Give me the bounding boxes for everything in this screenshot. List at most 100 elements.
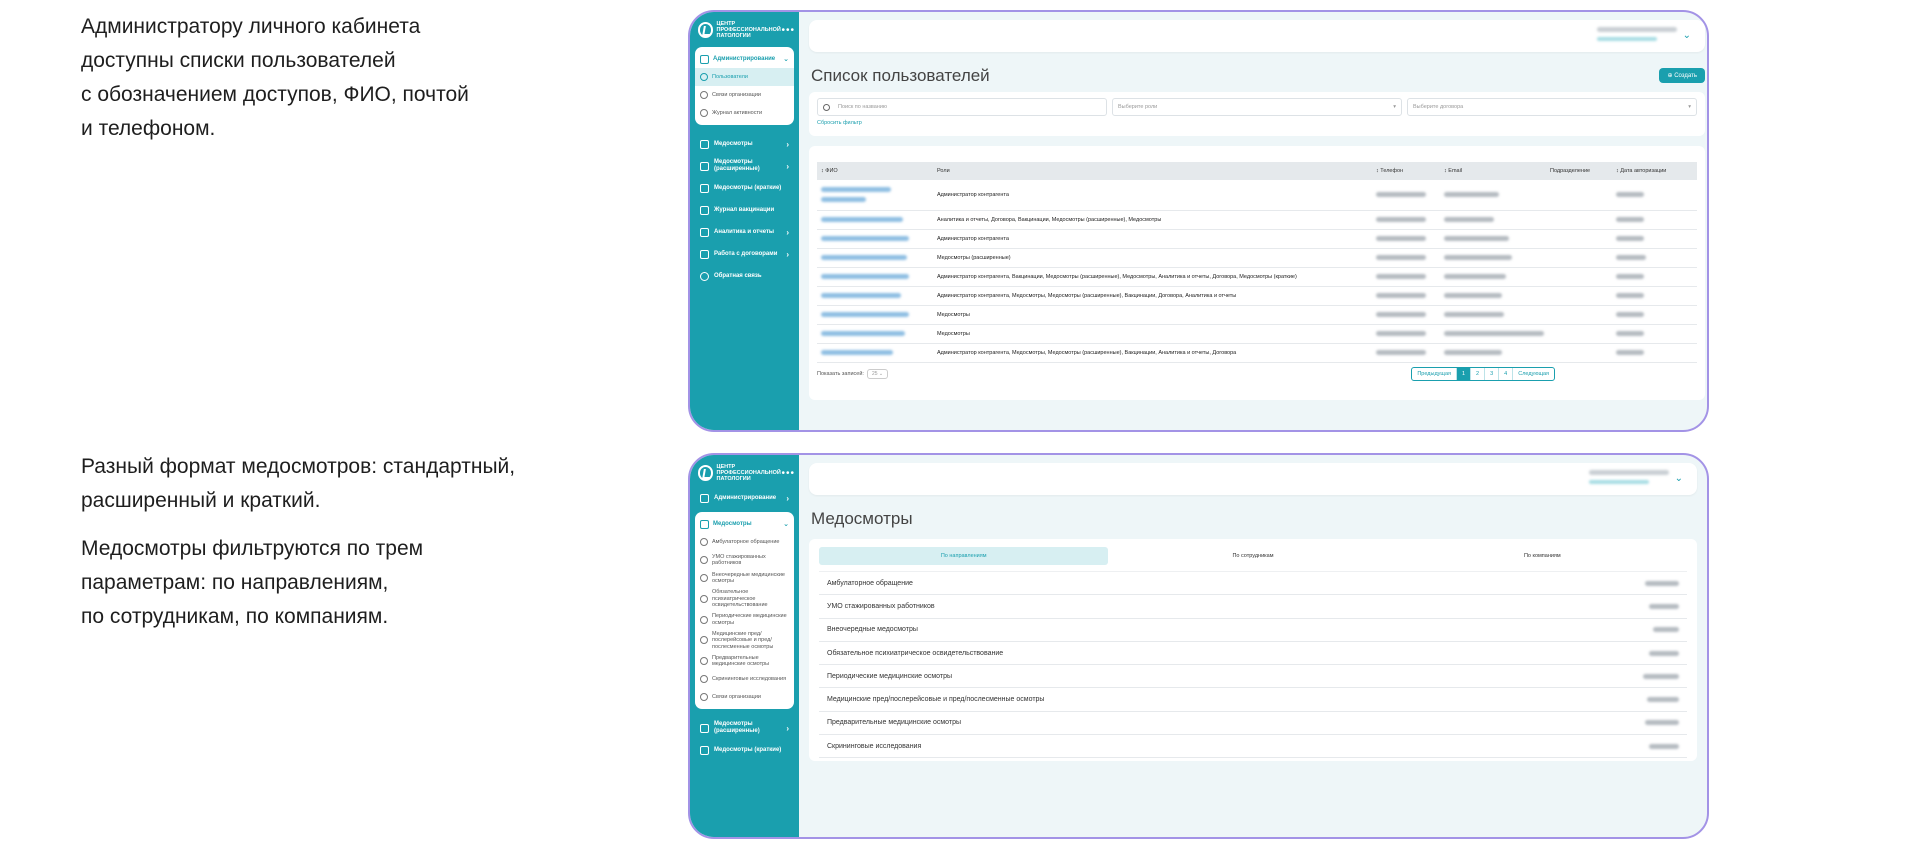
nav-org-links[interactable]: Связи организации [695,86,794,104]
nav-pretrip[interactable]: Медицинские пред/послерейсовые и пред/по… [695,629,794,653]
column-header[interactable]: ↕ Дата авторизации [1612,168,1672,174]
nav-contracts[interactable]: Работа с договорами › [694,243,795,265]
table-row[interactable]: Медосмотры (расширенные) [817,249,1697,268]
list-item[interactable]: Скрининговые исследования [819,735,1687,759]
table-row[interactable]: Медосмотры [817,306,1697,325]
user-info[interactable] [1589,470,1669,484]
ambulance-icon [700,538,708,546]
nav-umo[interactable]: УМО стажированных работников [695,551,794,569]
nav-medexams-short[interactable]: Медосмотры (краткие) [694,177,795,199]
topbar: ⌄ [809,463,1697,495]
nav-periodic-label: Периодические медицинские осмотры [712,613,787,626]
column-header[interactable]: ↕ Телефон [1372,168,1440,174]
nav-umo-label: УМО стажированных работников [712,553,766,567]
list-item[interactable]: Обязательное психиатрическое освидетельс… [819,642,1687,666]
nav-analytics[interactable]: Аналитика и отчеты › [694,221,795,243]
column-header[interactable]: Роли [937,168,1372,174]
table-row[interactable]: Аналитика и отчеты, Договора, Вакцинации… [817,211,1697,230]
exam-label: УМО стажированных работников [827,602,935,610]
list-item[interactable]: УМО стажированных работников [819,595,1687,619]
clipboard-icon [700,519,709,529]
table-row[interactable]: Администратор контрагента, Вакцинации, М… [817,268,1697,287]
nav-admin[interactable]: Администрирование ⌄ [695,50,794,68]
stethoscope-icon [700,636,708,645]
nav-ambulatory[interactable]: Амбулаторное обращение [695,533,794,551]
logo[interactable]: Центр профессиональной патологии ••• [694,18,795,42]
nav-extraordinary[interactable]: Внеочередные медицинские осмотры [695,569,794,587]
chevron-down-icon: ⌄ [783,56,789,63]
table-row[interactable]: Администратор контрагента, Медосмотры, М… [817,287,1697,306]
chevron-right-icon: › [786,493,789,503]
pagination: Предыдущая 1 2 3 4 Следующая [1411,367,1555,381]
nav-activity-log[interactable]: Журнал активности [695,104,794,122]
column-header[interactable]: ↕ Email [1440,168,1546,174]
chevron-right-icon: › [786,139,789,149]
column-header[interactable]: Подразделение [1546,168,1612,174]
row-roles: Администратор контрагента, Медосмотры, М… [937,350,1237,356]
pagination-page[interactable]: 4 [1499,368,1514,380]
nav-preliminary[interactable]: Предварительные медицинские осмотры [695,652,794,670]
nav-vaccination-log[interactable]: Журнал вакцинации [694,199,795,221]
nav-medexams[interactable]: Медосмотры › [694,133,795,155]
pagination-prev[interactable]: Предыдущая [1412,368,1457,380]
chevron-down-icon[interactable]: ⌄ [1675,473,1683,484]
chevron-right-icon: › [786,723,789,733]
nav-medexams-extended[interactable]: Медосмотры (расширенные) › [694,717,795,739]
doctor-icon [700,723,709,733]
chevron-down-icon[interactable]: ⌄ [1683,30,1691,41]
pagination-page[interactable]: 2 [1471,368,1486,380]
more-dots-icon[interactable]: ••• [781,468,795,479]
nav-org-links[interactable]: Связи организации [695,688,794,706]
search-input[interactable]: Поиск по названию [817,98,1107,116]
more-dots-icon[interactable]: ••• [781,25,795,36]
table-row[interactable]: Медосмотры [817,325,1697,344]
list-item[interactable]: Периодические медицинские осмотры [819,665,1687,689]
sidebar: Центр профессиональной патологии ••• Адм… [690,12,799,430]
medexams-panel: По направлениям По сотрудникам По компан… [809,539,1697,761]
search-placeholder: Поиск по названию [838,104,888,110]
nav-medexams-short-label: Медосмотры (краткие) [714,746,782,753]
nav-admin[interactable]: Администрирование › [694,487,795,509]
tab-by-direction[interactable]: По направлениям [819,547,1109,565]
list-item[interactable]: Медицинские пред/послерейсовые и пред/по… [819,688,1687,712]
nav-activity-log-label: Журнал активности [712,109,763,116]
logo-text: Центр профессиональной патологии [716,464,781,482]
nav-medexams-short[interactable]: Медосмотры (краткие) [694,739,795,761]
page-size-select[interactable]: 25 ⌄ [866,369,889,379]
exam-label: Внеочередные медосмотры [827,626,918,634]
table-row[interactable]: Администратор контрагента, Медосмотры, М… [817,344,1697,363]
nav-users[interactable]: Пользователи [695,68,794,86]
nav-feedback-label: Обратная связь [714,272,762,279]
nav-medexams[interactable]: Медосмотры ⌄ [695,515,794,533]
contract-select[interactable]: Выберите договора ▾ [1407,98,1697,116]
pagination-next[interactable]: Следующая [1513,368,1554,380]
nav-medexams-extended[interactable]: Медосмотры (расширенные) › [694,155,795,177]
role-select[interactable]: Выберите роли ▾ [1112,98,1402,116]
create-button[interactable]: ⊕ Создать [1659,68,1705,83]
list-item[interactable]: Амбулаторное обращение [819,572,1687,596]
page-title: Список пользователей [811,66,990,85]
nav-admin-label: Администрирование [714,494,777,501]
nav-periodic[interactable]: Периодические медицинские осмотры [695,611,794,629]
link-icon [700,693,708,701]
tab-by-company[interactable]: По компаниям [1398,547,1687,565]
pagination-page[interactable]: 1 [1456,368,1472,380]
tab-by-employee[interactable]: По сотрудникам [1108,547,1397,565]
exam-label: Медицинские пред/послерейсовые и пред/по… [827,696,1045,704]
reset-filter-link[interactable]: Сбросить фильтр [817,120,1697,126]
column-header-label: ФИО [825,168,838,174]
user-info[interactable] [1597,27,1677,41]
nav-psychiatric[interactable]: Обязательное психиатрическое освидетельс… [695,587,794,611]
table-row[interactable]: Администратор контрагента [817,230,1697,249]
list-item[interactable]: Предварительные медицинские осмотры [819,712,1687,736]
table-row[interactable]: Администратор контрагента [817,180,1697,211]
admin-submenu: Администрирование ⌄ Пользователи Связи о… [695,47,794,125]
nav-medexams-extended-label: Медосмотры (расширенные) [714,159,760,172]
pagination-page[interactable]: 3 [1485,368,1500,380]
logo[interactable]: Центр профессиональной патологии ••• [694,461,795,485]
page-size-value: 25 [871,371,878,377]
nav-screening[interactable]: Скрининговые исследования [695,670,794,688]
nav-feedback[interactable]: Обратная связь [694,265,795,287]
column-header[interactable]: ↕ ФИО [817,168,937,174]
list-item[interactable]: Внеочередные медосмотры [819,619,1687,642]
